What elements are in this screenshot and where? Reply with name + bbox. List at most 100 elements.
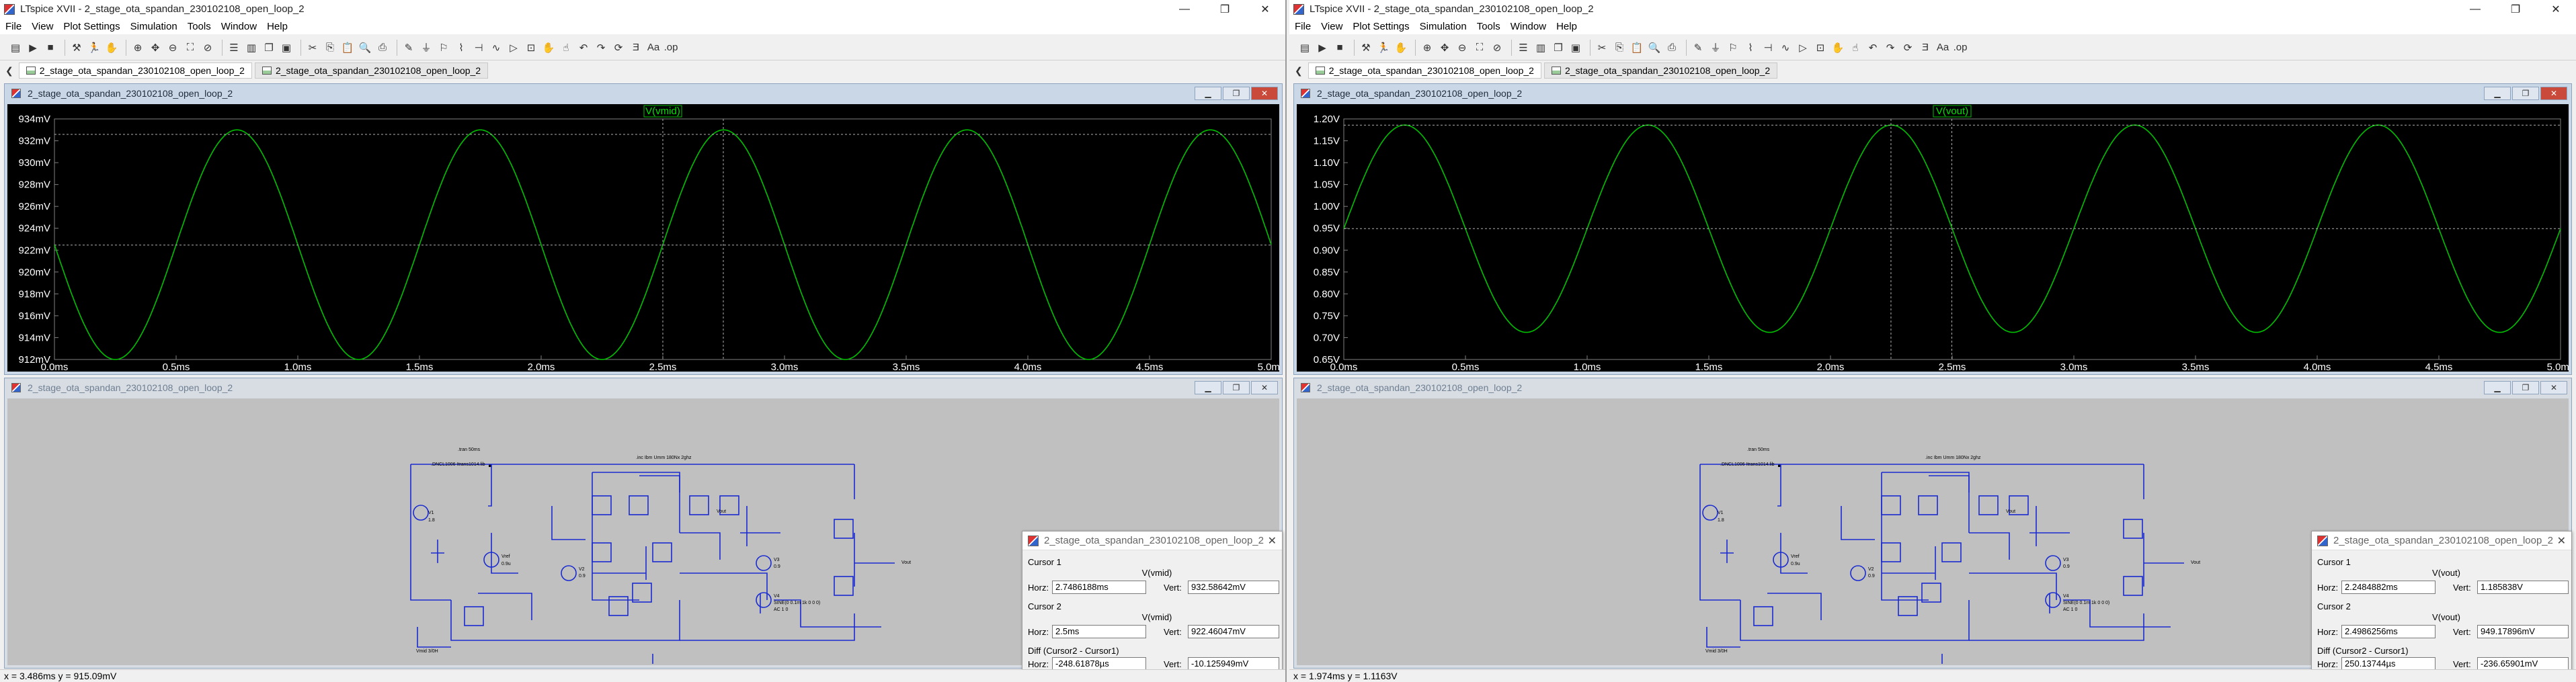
cursor-window-close-icon[interactable]: ✕ xyxy=(1268,534,1277,548)
tab-schematic[interactable]: 2_stage_ota_spandan_230102108_open_loop_… xyxy=(254,62,489,79)
close-button[interactable]: ✕ xyxy=(1245,0,1285,18)
capacitor-icon[interactable]: ⊣ xyxy=(1761,40,1775,55)
open-icon[interactable]: ▶ xyxy=(1315,40,1330,55)
menu-tools[interactable]: Tools xyxy=(188,21,211,32)
zoom-out-icon[interactable]: ⊖ xyxy=(165,40,180,55)
text-icon[interactable]: Aa xyxy=(646,40,661,55)
schematic-minimize-button[interactable]: ▁ xyxy=(2484,381,2511,394)
cut-icon[interactable]: ✂ xyxy=(305,40,320,55)
move-icon[interactable]: ✋ xyxy=(541,40,556,55)
trace-label[interactable]: V(vmid) xyxy=(645,105,680,117)
menu-simulation[interactable]: Simulation xyxy=(130,21,177,32)
menu-help[interactable]: Help xyxy=(267,21,288,32)
waveform-restore-button[interactable]: ❐ xyxy=(2512,87,2539,100)
cascade-icon[interactable]: ❐ xyxy=(1551,40,1566,55)
run-icon[interactable]: 🏃 xyxy=(1376,40,1391,55)
label-net-icon[interactable]: ⚐ xyxy=(1726,40,1740,55)
copy-icon[interactable]: ⎘ xyxy=(1612,40,1627,55)
spice-directive-icon[interactable]: .op xyxy=(1953,40,1968,55)
wire-icon[interactable]: ✎ xyxy=(401,40,416,55)
waveform-minimize-button[interactable]: ▁ xyxy=(1195,87,1221,100)
maximize-button[interactable]: ❐ xyxy=(1205,0,1245,18)
resistor-icon[interactable]: ⌇ xyxy=(1743,40,1758,55)
menu-view[interactable]: View xyxy=(1321,21,1342,32)
zoom-in-icon[interactable]: ⊕ xyxy=(130,40,145,55)
diff-horz-field[interactable]: 250.13744µs xyxy=(2341,657,2436,671)
ground-icon[interactable]: ⏚ xyxy=(1708,40,1723,55)
minimize-button[interactable]: — xyxy=(1164,0,1205,18)
halt-icon[interactable]: ✋ xyxy=(104,40,119,55)
close-window-icon[interactable]: ▣ xyxy=(1568,40,1583,55)
menu-plot-settings[interactable]: Plot Settings xyxy=(1353,21,1409,32)
move-icon[interactable]: ✋ xyxy=(1830,40,1845,55)
wire-icon[interactable]: ✎ xyxy=(1691,40,1705,55)
cursor1-horz-field[interactable]: 2.2484882ms xyxy=(2341,581,2436,594)
redo-icon[interactable]: ↷ xyxy=(1883,40,1898,55)
paste-icon[interactable]: 📋 xyxy=(340,40,355,55)
cut-icon[interactable]: ✂ xyxy=(1595,40,1609,55)
control-panel-icon[interactable]: ⚒ xyxy=(69,40,84,55)
label-net-icon[interactable]: ⚐ xyxy=(436,40,451,55)
zoom-out-icon[interactable]: ⊖ xyxy=(1455,40,1470,55)
schematic-minimize-button[interactable]: ▁ xyxy=(1195,381,1221,394)
undo-icon[interactable]: ↶ xyxy=(576,40,591,55)
control-panel-icon[interactable]: ⚒ xyxy=(1359,40,1373,55)
tile-horizontal-icon[interactable]: ☰ xyxy=(227,40,241,55)
diode-icon[interactable]: ▷ xyxy=(506,40,521,55)
waveform-close-button[interactable]: ✕ xyxy=(2540,87,2567,100)
diff-horz-field[interactable]: -248.61878µs xyxy=(1052,657,1146,671)
drag-icon[interactable]: ☝ xyxy=(559,40,573,55)
rotate-icon[interactable]: ⟳ xyxy=(611,40,626,55)
trace-label[interactable]: V(vout) xyxy=(1936,105,1968,117)
menu-file[interactable]: File xyxy=(1295,21,1311,32)
mirror-icon[interactable]: Ǝ xyxy=(629,40,643,55)
waveform-chart[interactable]: V(vout) 1.20V 1.15V 1.10V 1.05V 1.00V 0.95V 0.9… xyxy=(1297,104,2569,373)
save-icon[interactable]: ■ xyxy=(1332,40,1347,55)
open-icon[interactable]: ▶ xyxy=(26,40,40,55)
menu-simulation[interactable]: Simulation xyxy=(1420,21,1467,32)
tab-schematic[interactable]: 2_stage_ota_spandan_230102108_open_loop_… xyxy=(1543,62,1778,79)
waveform-chart[interactable]: V(vmid) 934mV 932mV 930mV 928mV 926mV 924mV 922… xyxy=(7,104,1279,373)
mirror-icon[interactable]: Ǝ xyxy=(1918,40,1933,55)
waveform-close-button[interactable]: ✕ xyxy=(1251,87,1278,100)
capacitor-icon[interactable]: ⊣ xyxy=(471,40,486,55)
tab-scroll-left-icon[interactable]: ❮ xyxy=(1295,65,1303,77)
diff-vert-field[interactable]: -236.65901mV xyxy=(2477,657,2569,671)
find-icon[interactable]: 🔍 xyxy=(358,40,372,55)
schematic-restore-button[interactable]: ❐ xyxy=(2512,381,2539,394)
cursor2-horz-field[interactable]: 2.4986256ms xyxy=(2341,625,2436,638)
menu-plot-settings[interactable]: Plot Settings xyxy=(63,21,120,32)
new-schematic-icon[interactable]: ▤ xyxy=(1297,40,1312,55)
component-icon[interactable]: ⊡ xyxy=(524,40,538,55)
zoom-fit-icon[interactable]: ⛶ xyxy=(1472,40,1487,55)
redo-icon[interactable]: ↷ xyxy=(594,40,608,55)
cursor1-horz-field[interactable]: 2.7486188ms xyxy=(1052,581,1146,594)
schematic-close-button[interactable]: ✕ xyxy=(2540,381,2567,394)
pan-icon[interactable]: ✥ xyxy=(1437,40,1452,55)
waveform-plot[interactable]: V(vmid) 934mV 932mV 930mV 928mV 926mV 924mV 922… xyxy=(7,104,1279,373)
cascade-icon[interactable]: ❐ xyxy=(261,40,276,55)
autoscale-icon[interactable]: ⊘ xyxy=(1490,40,1504,55)
waveform-minimize-button[interactable]: ▁ xyxy=(2484,87,2511,100)
autoscale-icon[interactable]: ⊘ xyxy=(200,40,215,55)
cursor2-vert-field[interactable]: 949.17896mV xyxy=(2477,625,2569,638)
menu-tools[interactable]: Tools xyxy=(1477,21,1500,32)
cursor1-vert-field[interactable]: 932.58642mV xyxy=(1188,581,1279,594)
ground-icon[interactable]: ⏚ xyxy=(419,40,434,55)
close-button[interactable]: ✕ xyxy=(2536,0,2576,18)
tab-scroll-left-icon[interactable]: ❮ xyxy=(5,65,13,77)
halt-icon[interactable]: ✋ xyxy=(1394,40,1408,55)
print-icon[interactable]: ⎙ xyxy=(1664,40,1679,55)
schematic-restore-button[interactable]: ❐ xyxy=(1223,381,1250,394)
menu-help[interactable]: Help xyxy=(1556,21,1577,32)
paste-icon[interactable]: 📋 xyxy=(1629,40,1644,55)
new-schematic-icon[interactable]: ▤ xyxy=(8,40,23,55)
menu-view[interactable]: View xyxy=(32,21,53,32)
rotate-icon[interactable]: ⟳ xyxy=(1900,40,1915,55)
cursor1-vert-field[interactable]: 1.185838V xyxy=(2477,581,2569,594)
diff-vert-field[interactable]: -10.125949mV xyxy=(1188,657,1279,671)
spice-directive-icon[interactable]: .op xyxy=(663,40,678,55)
minimize-button[interactable]: — xyxy=(2455,0,2495,18)
cursor-window-close-icon[interactable]: ✕ xyxy=(2557,534,2566,548)
inductor-icon[interactable]: ∿ xyxy=(1778,40,1793,55)
